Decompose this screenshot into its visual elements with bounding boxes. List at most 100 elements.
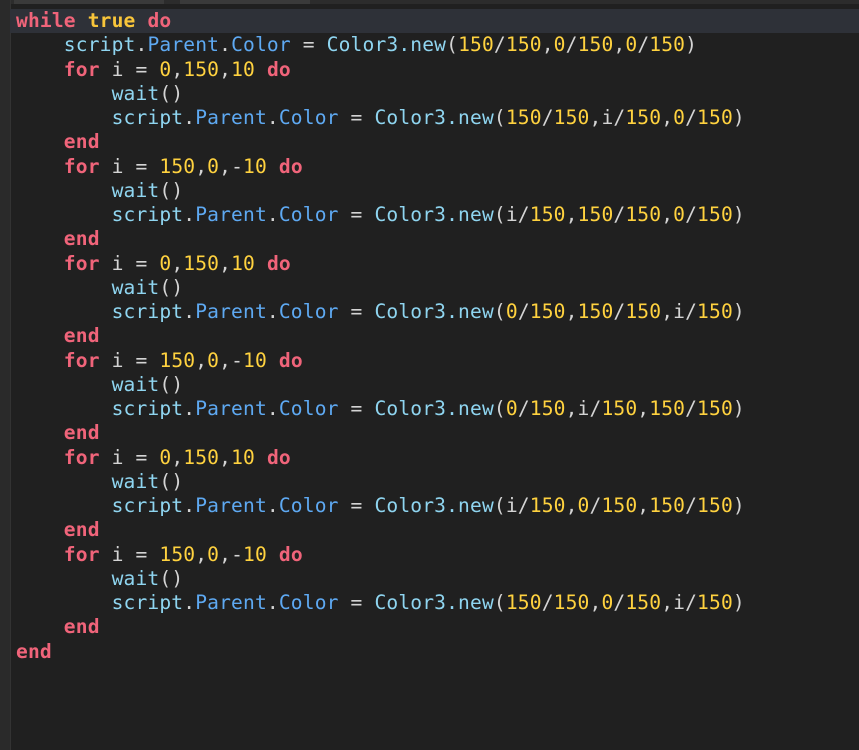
code-line[interactable]: wait() xyxy=(16,470,859,494)
code-line[interactable]: wait() xyxy=(16,82,859,106)
code-line[interactable]: wait() xyxy=(16,373,859,397)
code-token: Parent xyxy=(147,33,220,57)
code-token: = xyxy=(338,300,375,323)
code-token: 150 xyxy=(529,494,566,517)
code-token: / xyxy=(613,591,626,614)
code-token: 10 xyxy=(231,445,255,469)
code-line-active[interactable]: while true do xyxy=(10,9,859,34)
code-line[interactable]: script.Parent.Color = Color3.new(0/150,1… xyxy=(16,300,859,324)
code-token: / xyxy=(589,494,602,517)
code-token: = xyxy=(290,33,327,57)
code-token: i = xyxy=(99,251,160,275)
code-line[interactable]: script.Parent.Color = Color3.new(i/150,1… xyxy=(16,203,859,227)
code-token: for xyxy=(63,57,100,81)
code-token: for xyxy=(63,348,100,372)
code-line[interactable]: end xyxy=(16,615,859,639)
code-token: 0 xyxy=(159,57,172,81)
code-line[interactable]: end xyxy=(16,640,859,664)
code-line[interactable]: wait() xyxy=(16,567,859,591)
code-token: do xyxy=(266,251,291,275)
code-token: end xyxy=(63,227,100,251)
code-token: for xyxy=(63,542,100,566)
code-token: 150 xyxy=(625,300,662,323)
code-area[interactable]: while true do script.Parent.Color = Colo… xyxy=(10,9,859,664)
code-token: Color xyxy=(278,494,339,517)
tab-strip-segment xyxy=(14,0,164,4)
code-token: 0 xyxy=(159,445,172,469)
code-token: 0 xyxy=(673,106,686,129)
code-token: do xyxy=(147,9,172,32)
code-token: 150 xyxy=(697,203,733,226)
code-token: , xyxy=(219,251,232,275)
code-token: 150 xyxy=(505,591,542,614)
code-token: / xyxy=(541,106,554,129)
code-token: Parent xyxy=(195,203,267,226)
code-token: = xyxy=(338,494,375,517)
code-token: Parent xyxy=(195,300,267,323)
code-line[interactable]: script.Parent.Color = Color3.new(150/150… xyxy=(16,106,859,130)
code-token: Color xyxy=(278,300,339,323)
code-token: . xyxy=(266,591,279,614)
code-line[interactable]: script.Parent.Color = Color3.new(150/150… xyxy=(16,591,859,615)
code-token: 150 xyxy=(697,397,733,420)
code-token: () xyxy=(159,275,184,299)
code-token: true xyxy=(87,9,136,32)
code-token: do xyxy=(266,445,291,469)
code-line[interactable]: for i = 150,0,-10 do xyxy=(16,543,859,567)
code-line[interactable]: wait() xyxy=(16,276,859,300)
code-line[interactable]: script.Parent.Color = Color3.new(i/150,0… xyxy=(16,494,859,518)
code-token: while xyxy=(16,9,76,32)
code-token: , xyxy=(171,445,184,469)
code-token: 150 xyxy=(601,494,638,517)
code-line[interactable]: for i = 0,150,10 do xyxy=(16,58,859,82)
code-line[interactable]: end xyxy=(16,227,859,251)
code-token: ,- xyxy=(219,348,244,372)
code-token: ,i/ xyxy=(661,591,698,614)
code-line[interactable]: end xyxy=(16,518,859,542)
code-token: 150 xyxy=(553,106,590,129)
code-token: 10 xyxy=(231,57,255,81)
code-line[interactable]: script.Parent.Color = Color3.new(150/150… xyxy=(16,33,859,57)
code-token: 150 xyxy=(625,106,662,129)
code-token: end xyxy=(63,518,100,542)
code-token: 150 xyxy=(553,591,590,614)
code-token: for xyxy=(63,251,100,275)
code-line[interactable]: script.Parent.Color = Color3.new(0/150,i… xyxy=(16,397,859,421)
code-token: / xyxy=(637,33,650,57)
code-line[interactable]: for i = 0,150,10 do xyxy=(16,252,859,276)
code-line[interactable]: wait() xyxy=(16,179,859,203)
code-line[interactable]: for i = 0,150,10 do xyxy=(16,446,859,470)
code-token: Color xyxy=(278,106,339,129)
code-line[interactable]: for i = 150,0,-10 do xyxy=(16,155,859,179)
code-token: 150 xyxy=(625,591,662,614)
code-token: i = xyxy=(99,348,160,372)
code-line[interactable]: end xyxy=(16,421,859,445)
code-token: 10 xyxy=(243,542,267,566)
code-line[interactable]: end xyxy=(16,130,859,154)
code-token: 0 xyxy=(505,397,518,420)
code-line[interactable]: for i = 150,0,-10 do xyxy=(16,349,859,373)
code-token: i = xyxy=(99,57,160,81)
code-token: Color3.new xyxy=(374,591,494,614)
code-token: Parent xyxy=(195,106,267,129)
code-token: 150 xyxy=(183,57,220,81)
code-token: / xyxy=(517,300,530,323)
code-token: 150 xyxy=(505,106,542,129)
code-token: . xyxy=(219,33,232,57)
code-token: , xyxy=(661,203,674,226)
code-editor[interactable]: while true do script.Parent.Color = Colo… xyxy=(0,0,859,750)
code-token: 150 xyxy=(649,494,686,517)
code-token: 0 xyxy=(159,251,172,275)
code-line[interactable]: end xyxy=(16,324,859,348)
